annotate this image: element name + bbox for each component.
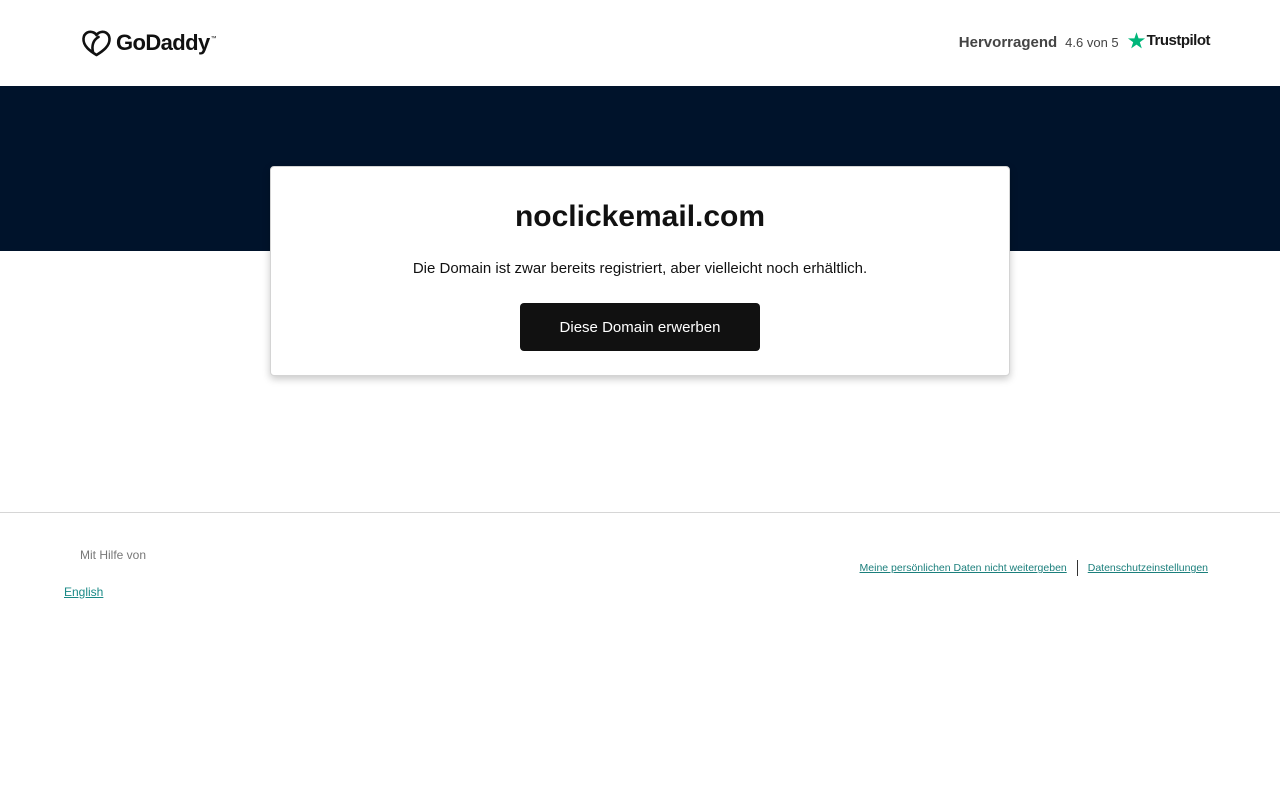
language-link-english[interactable]: English [64, 585, 103, 599]
footer-divider [0, 512, 1280, 513]
trustpilot-star-icon [1127, 31, 1145, 48]
trustpilot-rating[interactable]: Hervorragend 4.6 von 5 Trustpilot [958, 30, 1211, 54]
powered-by-text: Mit Hilfe von [80, 548, 147, 562]
legal-links: Meine persönlichen Daten nicht weitergeb… [860, 560, 1208, 576]
rating-word: Hervorragend [958, 33, 1058, 51]
privacy-settings-link[interactable]: Datenschutzeinstellungen [1088, 560, 1208, 576]
legal-separator [1076, 560, 1078, 576]
do-not-share-data-link[interactable]: Meine persönlichen Daten nicht weitergeb… [860, 560, 1067, 576]
domain-description: Die Domain ist zwar bereits registriert,… [412, 260, 868, 277]
domain-name: noclickemail.com [514, 200, 766, 233]
logo-trademark: ™ [210, 36, 217, 42]
site-header: GoDaddy ™ Hervorragend 4.6 von 5 Trustpi… [0, 0, 1280, 86]
logo-wordmark: GoDaddy [116, 30, 210, 55]
buy-domain-button[interactable]: Diese Domain erwerben [520, 303, 760, 351]
domain-card: noclickemail.com Die Domain ist zwar ber… [270, 166, 1010, 376]
trustpilot-wordmark: Trustpilot [1146, 31, 1211, 49]
rating-score: 4.6 von 5 [1065, 34, 1119, 50]
godaddy-logo-icon [82, 30, 111, 57]
godaddy-logo[interactable]: GoDaddy ™ [81, 28, 217, 58]
